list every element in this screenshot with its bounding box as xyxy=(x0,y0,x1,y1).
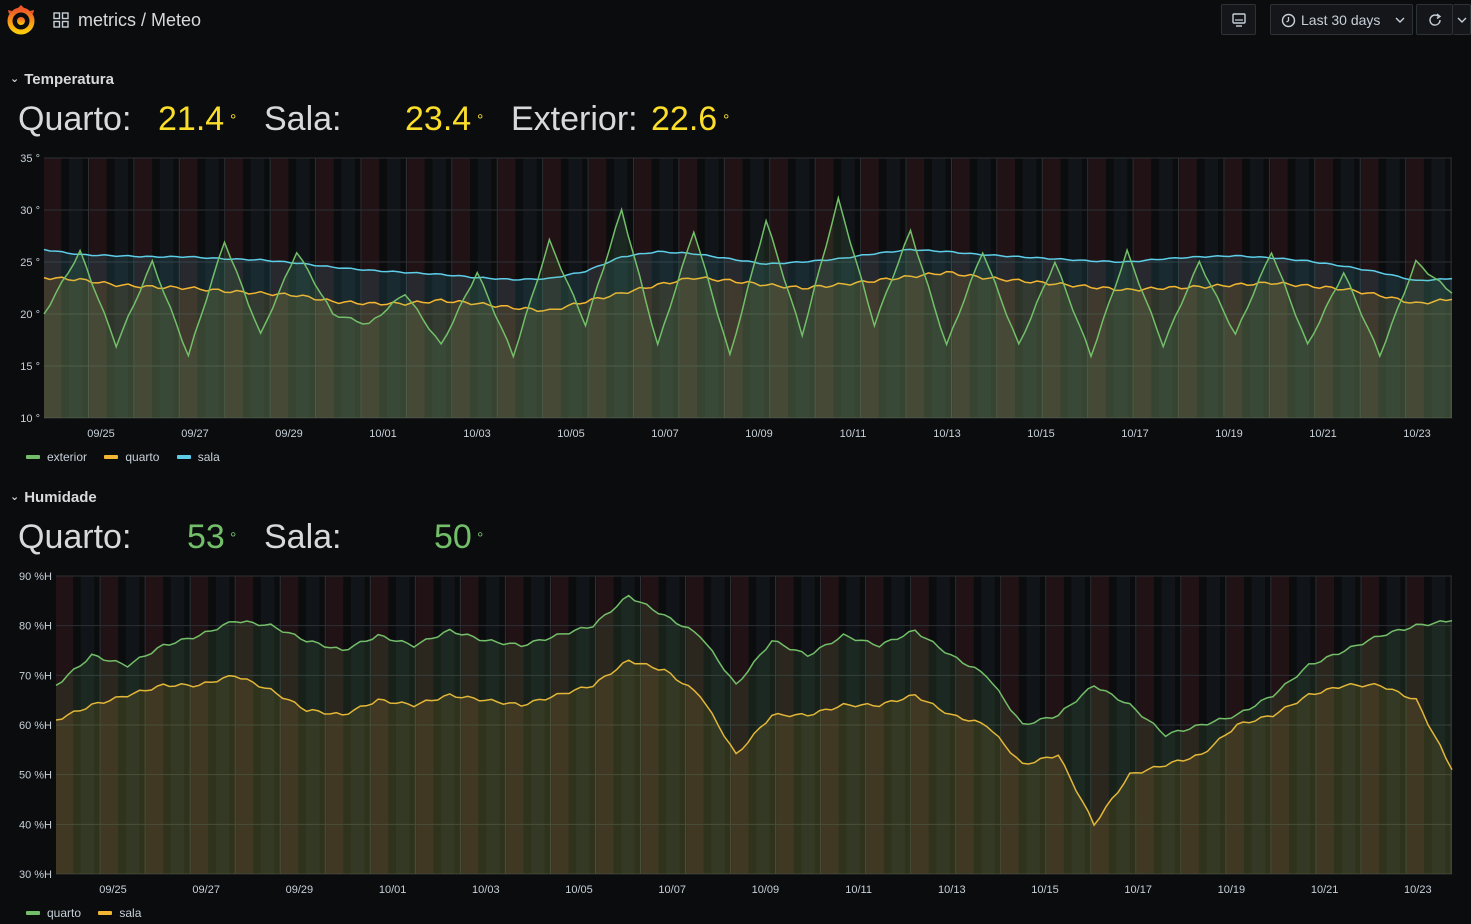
x-tick-label: 10/01 xyxy=(379,884,407,896)
x-tick-label: 10/17 xyxy=(1121,428,1149,440)
stat-unit-quarto: ° xyxy=(230,530,237,547)
refresh-interval-dropdown[interactable] xyxy=(1453,4,1471,35)
x-tick-label: 10/03 xyxy=(463,428,491,440)
legend-item-sala[interactable]: sala xyxy=(176,450,220,464)
refresh-icon xyxy=(1429,13,1442,26)
tv-mode-icon xyxy=(1232,13,1246,27)
y-tick-label: 30 ° xyxy=(20,205,40,217)
temperature-chart[interactable]: 35 ° 30 ° 25 ° 20 ° 15 ° 10 ° 09/25 09/27 09/29 1… xyxy=(0,150,1471,445)
refresh-button[interactable] xyxy=(1416,4,1453,35)
x-tick-label: 10/13 xyxy=(933,428,961,440)
row-title-label: Humidade xyxy=(24,489,97,506)
stat-label-quarto: Quarto: xyxy=(18,100,132,138)
row-title-label: Temperatura xyxy=(24,71,114,88)
chevron-down-icon: ⌄ xyxy=(10,491,20,503)
clock-icon xyxy=(1281,13,1296,28)
x-tick-label: 09/27 xyxy=(181,428,209,440)
legend-label: quarto xyxy=(125,450,160,464)
x-tick-label: 10/15 xyxy=(1031,884,1059,896)
time-range-picker[interactable]: Last 30 days xyxy=(1270,4,1413,35)
stat-label-sala: Sala: xyxy=(264,100,342,138)
x-tick-label: 10/01 xyxy=(369,428,397,440)
legend-item-exterior[interactable]: exterior xyxy=(26,450,87,464)
y-tick-label: 10 ° xyxy=(20,413,40,425)
y-tick-label: 40 %H xyxy=(19,819,52,831)
stat-unit-sala: ° xyxy=(477,112,484,129)
stat-label-exterior: Exterior: xyxy=(511,100,638,138)
stat-value-sala: 50 xyxy=(434,518,472,556)
x-tick-label: 10/17 xyxy=(1124,884,1152,896)
legend-label: sala xyxy=(119,906,142,920)
x-tick-label: 10/07 xyxy=(651,428,679,440)
x-tick-label: 10/15 xyxy=(1027,428,1055,440)
y-tick-label: 70 %H xyxy=(19,670,52,682)
x-tick-label: 10/03 xyxy=(472,884,500,896)
x-tick-label: 10/09 xyxy=(752,884,780,896)
y-tick-label: 35 ° xyxy=(20,153,40,165)
x-tick-label: 10/19 xyxy=(1218,884,1246,896)
stat-value-quarto: 53 xyxy=(187,518,225,556)
x-tick-label: 10/11 xyxy=(845,884,872,896)
y-tick-label: 50 %H xyxy=(19,770,52,782)
tv-mode-button[interactable] xyxy=(1221,4,1256,35)
x-tick-label: 10/23 xyxy=(1404,884,1432,896)
y-tick-label: 60 %H xyxy=(19,720,52,732)
legend-item-quarto[interactable]: quarto xyxy=(26,906,81,920)
x-tick-label: 09/25 xyxy=(87,428,115,440)
chevron-down-icon: ⌄ xyxy=(10,73,20,85)
grafana-logo-icon[interactable] xyxy=(6,5,36,35)
x-tick-label: 09/29 xyxy=(275,428,303,440)
dashboards-grid-icon xyxy=(53,12,69,28)
y-tick-label: 15 ° xyxy=(20,361,40,373)
row-title-temperatura[interactable]: ⌄ Temperatura xyxy=(10,71,114,88)
legend-label: exterior xyxy=(47,450,88,464)
stat-value-exterior: 22.6 xyxy=(651,100,718,138)
y-tick-label: 90 %H xyxy=(19,571,52,583)
top-bar: metrics / Meteo Last 30 days xyxy=(0,0,1471,42)
stat-unit-exterior: ° xyxy=(723,112,730,129)
x-tick-label: 10/09 xyxy=(745,428,773,440)
x-tick-label: 10/07 xyxy=(658,884,686,896)
humidity-legend: quarto sala xyxy=(26,906,155,920)
y-tick-label: 80 %H xyxy=(19,621,52,633)
x-tick-label: 10/11 xyxy=(840,428,867,440)
x-tick-label: 10/05 xyxy=(565,884,593,896)
y-tick-label: 20 ° xyxy=(20,309,40,321)
chevron-down-icon xyxy=(1457,17,1467,23)
x-tick-label: 10/21 xyxy=(1311,884,1339,896)
stat-label-quarto: Quarto: xyxy=(18,518,132,556)
time-range-label: Last 30 days xyxy=(1301,12,1381,28)
humidity-chart[interactable]: 90 %H 80 %H 70 %H 60 %H 50 %H 40 %H 30 %H 09/25… xyxy=(0,568,1471,900)
temperature-legend: exterior quarto sala xyxy=(26,450,234,464)
legend-label: quarto xyxy=(47,906,82,920)
chevron-down-icon xyxy=(1395,17,1405,23)
humidity-stats: Quarto: 53 ° Sala: 50 ° xyxy=(0,518,1471,560)
x-tick-label: 10/05 xyxy=(557,428,585,440)
x-tick-label: 10/13 xyxy=(938,884,966,896)
legend-item-quarto[interactable]: quarto xyxy=(104,450,159,464)
x-tick-label: 09/29 xyxy=(286,884,314,896)
stat-value-quarto: 21.4 xyxy=(158,100,225,138)
x-tick-label: 09/27 xyxy=(192,884,220,896)
stat-label-sala: Sala: xyxy=(264,518,342,556)
legend-label: sala xyxy=(197,450,220,464)
x-tick-label: 09/25 xyxy=(99,884,127,896)
x-tick-label: 10/19 xyxy=(1215,428,1243,440)
x-tick-label: 10/21 xyxy=(1309,428,1337,440)
row-title-humidade[interactable]: ⌄ Humidade xyxy=(10,489,97,506)
legend-item-sala[interactable]: sala xyxy=(98,906,141,920)
stat-unit-quarto: ° xyxy=(230,112,237,129)
breadcrumb[interactable]: metrics / Meteo xyxy=(78,10,201,31)
stat-unit-sala: ° xyxy=(477,530,484,547)
y-tick-label: 25 ° xyxy=(20,257,40,269)
y-tick-label: 30 %H xyxy=(19,869,52,881)
stat-value-sala: 23.4 xyxy=(405,100,472,138)
temperature-stats: Quarto: 21.4 ° Sala: 23.4 ° Exterior: 22… xyxy=(0,100,1471,142)
x-tick-label: 10/23 xyxy=(1403,428,1431,440)
